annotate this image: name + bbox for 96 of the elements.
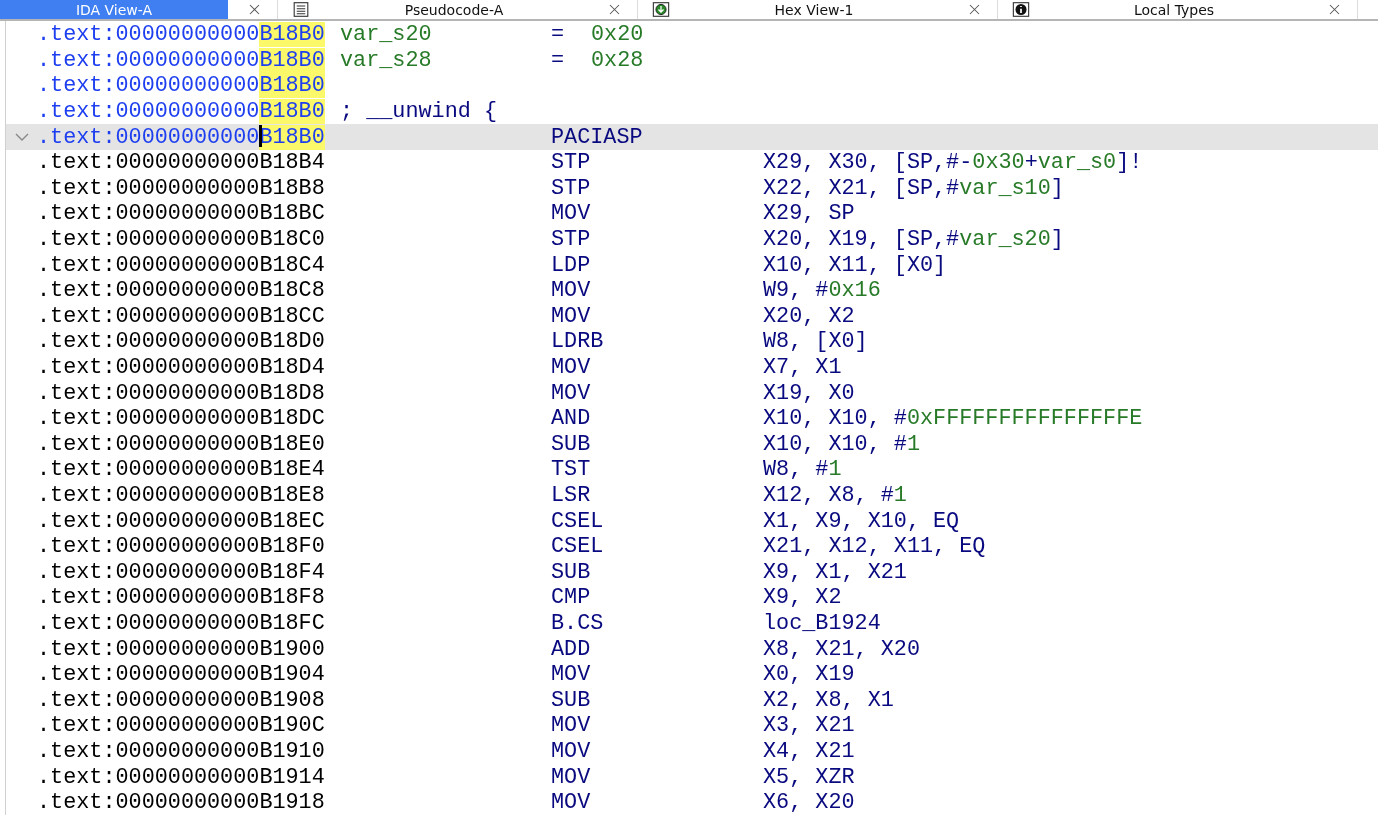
address-text: .text:00000000000B18F4 (37, 559, 326, 585)
mnemonic-text: LDRB (551, 329, 604, 355)
address-text: .text:00000000000B18F8 (37, 585, 326, 611)
mnemonic-text: MOV (551, 662, 591, 688)
mnemonic-text: PACIASP (551, 124, 643, 150)
operand-text: X9, X1, X21 (763, 559, 907, 585)
address-text: .text:00000000000B1904 (37, 662, 326, 688)
operand-text: X0, X19 (763, 662, 855, 688)
address-text: .text:00000000000B18C0 (37, 227, 326, 253)
equals-sign: = (551, 22, 565, 48)
operand-text: X19, X0 (763, 380, 855, 406)
mnemonic-text: CSEL (551, 534, 604, 560)
mnemonic-text: LSR (551, 483, 591, 508)
operand-text: W8, [X0] (763, 329, 868, 355)
comment-text: ; __unwind { (340, 99, 497, 125)
mnemonic-text: AND (551, 406, 591, 432)
operand-text: X29, SP (763, 201, 855, 227)
operand-text: X8, X21, X20 (763, 636, 920, 662)
operand-text: X21, X12, X11, EQ (763, 534, 986, 560)
mnemonic-text: LDP (551, 252, 591, 278)
address-text: .text:00000000000B1918 (37, 790, 326, 816)
address-text: .text:00000000000B18F0 (37, 534, 326, 560)
address-text: .text:00000000000B18BC (37, 201, 326, 227)
operand-text: 0x28 (591, 47, 644, 73)
operand-text: X10, X10, #1 (763, 431, 920, 457)
operand-text: X10, X10, #0xFFFFFFFFFFFFFFFE (763, 406, 1143, 432)
mnemonic-text: MOV (551, 738, 591, 764)
mnemonic-text: STP (551, 227, 591, 253)
operand-text: X7, X1 (763, 355, 842, 380)
label-text: var_s20 (340, 22, 432, 48)
mnemonic-text: ADD (551, 636, 591, 662)
operand-text: X6, X20 (763, 790, 855, 816)
mnemonic-text: SUB (551, 431, 591, 457)
mnemonic-text: SUB (551, 559, 591, 585)
equals-sign: = (551, 47, 565, 73)
mnemonic-text: MOV (551, 764, 591, 790)
mnemonic-text: CMP (551, 585, 591, 611)
mnemonic-text: STP (551, 150, 591, 176)
address-text: .text:00000000000B18D4 (37, 355, 326, 380)
address-text: .text:00000000000B18C4 (37, 252, 326, 278)
address-text: .text:00000000000B1910 (37, 738, 326, 764)
mnemonic-text: STP (551, 175, 591, 201)
address-text: .text:00000000000B18FC (37, 610, 326, 636)
address-text: .text:00000000000B18DC (37, 406, 326, 432)
address-text: .text:00000000000B18B0 (37, 124, 326, 150)
address-text: .text:00000000000B18B0 (37, 73, 326, 99)
address-text: .text:00000000000B18EC (37, 508, 326, 534)
address-text: .text:00000000000B18C8 (37, 278, 326, 304)
operand-text: X22, X21, [SP,#var_s10] (763, 175, 1064, 201)
address-text: .text:00000000000B190C (37, 713, 326, 739)
operand-text: X12, X8, #1 (763, 483, 907, 508)
address-text: .text:00000000000B18CC (37, 303, 326, 329)
operand-text: X3, X21 (763, 713, 855, 739)
address-text: .text:00000000000B18D8 (37, 380, 326, 406)
operand-text: X20, X19, [SP,#var_s20] (763, 227, 1064, 253)
operand-text: X4, X21 (763, 738, 855, 764)
mnemonic-text: CSEL (551, 508, 604, 534)
address-text: .text:00000000000B18B0 (37, 47, 326, 73)
address-text: .text:00000000000B18E4 (37, 457, 326, 483)
operand-text: W8, #1 (763, 457, 842, 483)
address-text: .text:00000000000B18B4 (37, 150, 326, 176)
operand-text: X29, X30, [SP,#-0x30+var_s0]! (763, 150, 1143, 176)
operand-text: X2, X8, X1 (763, 687, 894, 713)
mnemonic-text: B.CS (551, 610, 604, 636)
label-text: var_s28 (340, 47, 432, 73)
text-cursor (259, 124, 263, 147)
address-text: .text:00000000000B18E8 (37, 483, 326, 508)
operand-text: loc_B1924 (763, 610, 881, 636)
mnemonic-text: MOV (551, 380, 591, 406)
address-text: .text:00000000000B18B0 (37, 22, 326, 48)
mnemonic-text: MOV (551, 355, 591, 380)
mnemonic-text: MOV (551, 713, 591, 739)
address-text: .text:00000000000B18B8 (37, 175, 326, 201)
address-text: .text:00000000000B1908 (37, 687, 326, 713)
operand-text: 0x20 (591, 22, 644, 48)
mnemonic-text: TST (551, 457, 591, 483)
mnemonic-text: MOV (551, 790, 591, 816)
address-text: .text:00000000000B18D0 (37, 329, 326, 355)
mnemonic-text: MOV (551, 303, 591, 329)
mnemonic-text: MOV (551, 278, 591, 304)
operand-text: X20, X2 (763, 303, 855, 329)
tab[interactable]: Local Types (998, 0, 1308, 19)
tab[interactable]: IDA View-A (0, 0, 228, 19)
tab[interactable]: Hex View-1 (638, 0, 948, 19)
operand-text: X5, XZR (763, 764, 855, 790)
operand-text: X9, X2 (763, 585, 842, 611)
address-text: .text:00000000000B1914 (37, 764, 326, 790)
operand-text: W9, #0x16 (763, 278, 881, 304)
operand-text: X10, X11, [X0] (763, 252, 947, 278)
mnemonic-text: SUB (551, 687, 591, 713)
tab[interactable]: Pseudocode-A (278, 0, 588, 19)
operand-text: X1, X9, X10, EQ (763, 508, 960, 534)
mnemonic-text: MOV (551, 201, 591, 227)
address-text: .text:00000000000B18E0 (37, 431, 326, 457)
address-text: .text:00000000000B18B0 (37, 99, 326, 125)
address-text: .text:00000000000B1900 (37, 636, 326, 662)
